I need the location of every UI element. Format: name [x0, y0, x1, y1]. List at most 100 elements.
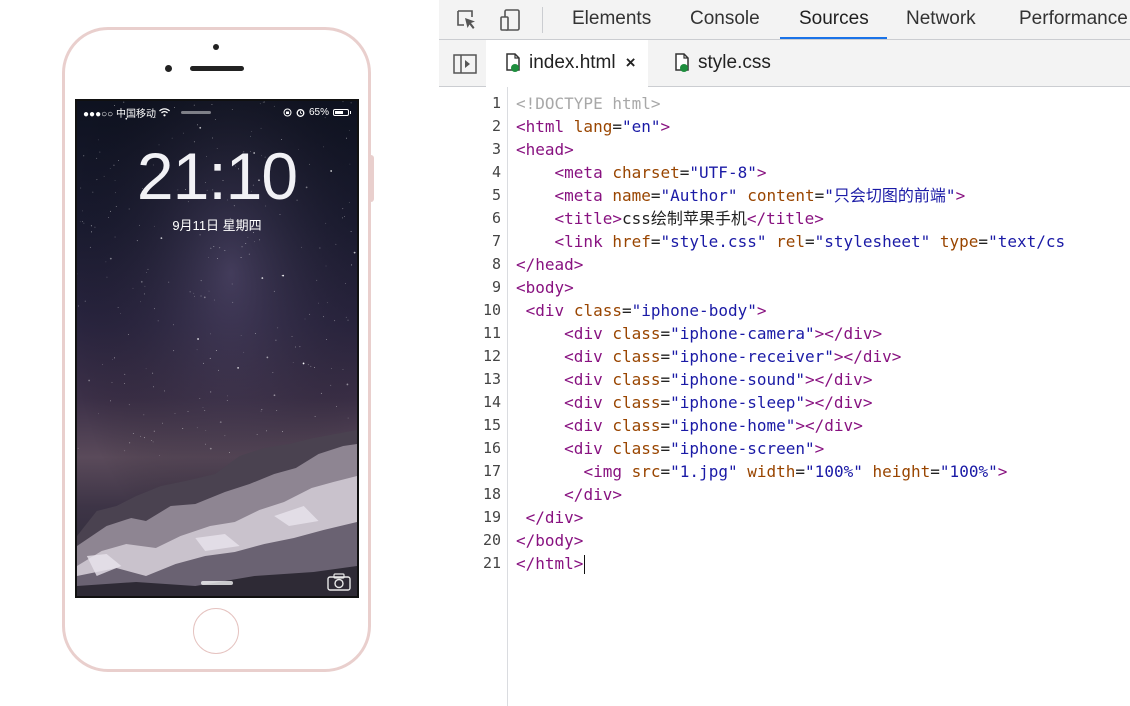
tab-performance[interactable]: Performance: [1019, 0, 1128, 40]
file-tab-label: style.css: [698, 52, 771, 73]
line-number[interactable]: 10: [451, 299, 501, 322]
inspect-element-icon[interactable]: [455, 8, 479, 32]
line-number[interactable]: 3: [451, 138, 501, 161]
code-token: <div: [564, 324, 613, 343]
code-token: "stylesheet": [814, 232, 931, 251]
tab-network[interactable]: Network: [906, 0, 976, 40]
code-line[interactable]: <!DOCTYPE html>: [516, 92, 661, 115]
line-number[interactable]: 2: [451, 115, 501, 138]
line-number[interactable]: 13: [451, 368, 501, 391]
code-token: ></div>: [795, 416, 863, 435]
code-token: <head>: [516, 140, 574, 159]
tab-console[interactable]: Console: [690, 0, 760, 40]
code-token: "en": [621, 117, 661, 136]
code-line[interactable]: <link href="style.css" rel="stylesheet" …: [516, 230, 1066, 253]
code-token: "iphone-body": [631, 301, 757, 320]
line-number[interactable]: 4: [451, 161, 501, 184]
line-number[interactable]: 1: [451, 92, 501, 115]
code-line[interactable]: </html>: [516, 552, 586, 575]
code-token: =: [814, 186, 825, 205]
code-token: =: [660, 393, 671, 412]
close-tab-icon[interactable]: ×: [626, 53, 636, 73]
tab-elements[interactable]: Elements: [572, 0, 651, 40]
iphone-screen: ●●●○○ 中国移动 65% 21:10 9月11日 星期四: [75, 99, 359, 598]
status-spacer-bar: [180, 110, 211, 114]
line-number[interactable]: 7: [451, 230, 501, 253]
file-tab-label: index.html: [529, 52, 616, 73]
line-number[interactable]: 19: [451, 506, 501, 529]
code-token: "iphone-screen": [670, 439, 815, 458]
code-token: height: [872, 462, 931, 481]
line-number[interactable]: 11: [451, 322, 501, 345]
code-token: "iphone-camera": [670, 324, 815, 343]
code-line[interactable]: </body>: [516, 529, 583, 552]
code-line[interactable]: <meta name="Author" content="只会切图的前端">: [516, 184, 966, 207]
code-line[interactable]: <div class="iphone-sound"></div>: [516, 368, 872, 391]
code-token: class: [573, 301, 622, 320]
line-number[interactable]: 14: [451, 391, 501, 414]
code-token: ></div>: [805, 370, 873, 389]
code-line[interactable]: <div class="iphone-sleep"></div>: [516, 391, 872, 414]
code-editor[interactable]: 1 2 3 4 5 6 7 8 9 10 11 12 13 14 15 16 17 18 19 20 21 <!DOCT…: [439, 87, 1130, 706]
code-line[interactable]: <div class="iphone-screen">: [516, 437, 824, 460]
iphone-camera: [213, 44, 219, 50]
line-number[interactable]: 12: [451, 345, 501, 368]
code-token: "iphone-receiver": [670, 347, 834, 366]
code-line[interactable]: <div class="iphone-body">: [516, 299, 767, 322]
camera-icon[interactable]: [327, 573, 351, 591]
code-line[interactable]: </div>: [516, 506, 584, 529]
code-token: >: [756, 301, 767, 320]
code-token: =: [805, 232, 815, 251]
device-toolbar-icon[interactable]: [499, 8, 523, 32]
code-line[interactable]: <div class="iphone-camera"></div>: [516, 322, 882, 345]
code-token: name: [612, 186, 651, 205]
code-token: "style.css": [660, 232, 767, 251]
code-line[interactable]: </div>: [516, 483, 622, 506]
line-number[interactable]: 5: [451, 184, 501, 207]
code-token: "text/cs: [988, 232, 1066, 251]
line-number[interactable]: 17: [451, 460, 501, 483]
line-number[interactable]: 20: [451, 529, 501, 552]
line-number[interactable]: 16: [451, 437, 501, 460]
battery-percent: 65%: [308, 106, 329, 118]
line-number[interactable]: 21: [451, 552, 501, 575]
code-token: =: [660, 462, 671, 481]
code-line[interactable]: <div class="iphone-receiver"></div>: [516, 345, 901, 368]
code-token: >: [756, 163, 767, 182]
devtools-main-toolbar: Elements Console Sources Network Perform…: [439, 0, 1130, 40]
code-line[interactable]: <head>: [516, 138, 574, 161]
code-line[interactable]: <html lang="en">: [516, 115, 670, 138]
file-tab-index-html[interactable]: index.html ×: [486, 40, 648, 87]
code-line[interactable]: <img src="1.jpg" width="100%" height="10…: [516, 460, 1007, 483]
code-line[interactable]: </head>: [516, 253, 583, 276]
lock-screen-date: 9月11日 星期四: [172, 218, 262, 233]
code-line[interactable]: <title>css绘制苹果手机</title>: [516, 207, 824, 230]
line-number[interactable]: 15: [451, 414, 501, 437]
home-indicator[interactable]: [201, 581, 233, 585]
code-token: <div: [564, 347, 613, 366]
code-line[interactable]: <meta charset="UTF-8">: [516, 161, 767, 184]
line-number[interactable]: 6: [451, 207, 501, 230]
code-token: <meta: [554, 163, 613, 182]
iphone-sleep-button: [371, 155, 374, 202]
line-number[interactable]: 8: [451, 253, 501, 276]
code-token: =: [795, 462, 806, 481]
code-line[interactable]: <body>: [516, 276, 574, 299]
line-number[interactable]: 9: [451, 276, 501, 299]
tab-sources[interactable]: Sources: [799, 0, 869, 40]
line-number[interactable]: 18: [451, 483, 501, 506]
lock-screen-time: 21:10: [136, 139, 298, 213]
iphone-home-button: [193, 608, 239, 654]
toggle-navigator-icon[interactable]: [453, 54, 477, 74]
snowy-mountain-wallpaper: [77, 430, 357, 596]
file-tab-style-css[interactable]: style.css: [674, 40, 771, 86]
iphone-receiver: [190, 66, 244, 71]
code-line[interactable]: <div class="iphone-home"></div>: [516, 414, 863, 437]
